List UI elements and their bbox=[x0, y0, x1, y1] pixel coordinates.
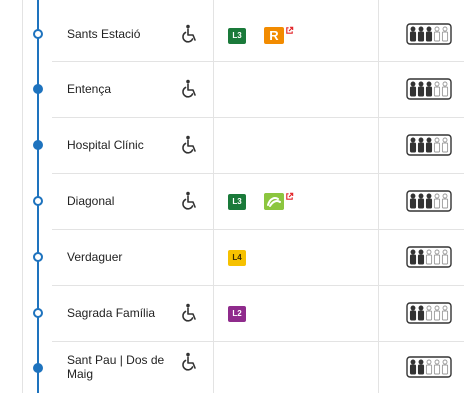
occupancy-person-filled bbox=[409, 305, 417, 321]
occupancy-person-filled bbox=[417, 81, 425, 97]
wheelchair-icon bbox=[182, 352, 196, 371]
occupancy-gauge bbox=[406, 190, 452, 212]
occupancy-gauge bbox=[406, 246, 452, 268]
occupancy-gauge bbox=[406, 302, 452, 324]
wheelchair-icon bbox=[182, 79, 196, 98]
station-name[interactable]: Diagonal bbox=[67, 194, 172, 208]
occupancy-gauge bbox=[406, 134, 452, 156]
occupancy-people-icon bbox=[406, 134, 452, 156]
occupancy-person-filled bbox=[425, 26, 433, 42]
station-dot bbox=[33, 84, 43, 94]
occupancy-person-filled bbox=[417, 137, 425, 153]
occupancy-person-empty bbox=[425, 305, 433, 321]
occupancy-people-icon bbox=[406, 356, 452, 378]
occupancy-people-icon bbox=[406, 190, 452, 212]
occupancy-person-empty bbox=[433, 305, 441, 321]
rodalies-badge[interactable]: R bbox=[264, 27, 284, 44]
occupancy-person-filled bbox=[417, 305, 425, 321]
occupancy-person-empty bbox=[433, 26, 441, 42]
occupancy-person-filled bbox=[409, 359, 417, 375]
occupancy-person-filled bbox=[409, 137, 417, 153]
occupancy-person-empty bbox=[441, 137, 449, 153]
station-dot bbox=[33, 252, 43, 262]
station-dot bbox=[33, 29, 43, 39]
station-name[interactable]: Verdaguer bbox=[67, 250, 172, 264]
wheelchair-icon bbox=[182, 135, 196, 154]
station-row[interactable]: Entença bbox=[0, 62, 464, 118]
occupancy-person-empty bbox=[441, 26, 449, 42]
metro-l2-badge[interactable]: L2 bbox=[228, 306, 246, 322]
occupancy-gauge bbox=[406, 23, 452, 45]
station-name[interactable]: Sants Estació bbox=[67, 27, 172, 41]
station-row[interactable]: Sant Pau | Dos de Maig bbox=[0, 342, 464, 393]
wheelchair-icon bbox=[182, 24, 196, 43]
station-name[interactable]: Sagrada Família bbox=[67, 306, 172, 320]
occupancy-person-empty bbox=[441, 193, 449, 209]
metro-l3-badge[interactable]: L3 bbox=[228, 194, 246, 210]
occupancy-person-empty bbox=[425, 359, 433, 375]
occupancy-person-empty bbox=[425, 249, 433, 265]
external-link-icon[interactable] bbox=[285, 26, 294, 35]
occupancy-person-empty bbox=[433, 249, 441, 265]
occupancy-people-icon bbox=[406, 23, 452, 45]
wheelchair-icon bbox=[182, 303, 196, 322]
station-dot bbox=[33, 363, 43, 373]
occupancy-person-filled bbox=[409, 26, 417, 42]
occupancy-person-filled bbox=[409, 81, 417, 97]
station-name[interactable]: Sant Pau | Dos de Maig bbox=[67, 353, 175, 381]
occupancy-person-filled bbox=[425, 81, 433, 97]
occupancy-person-filled bbox=[417, 359, 425, 375]
station-row[interactable]: Sagrada Família L2 bbox=[0, 286, 464, 342]
occupancy-person-filled bbox=[425, 137, 433, 153]
occupancy-gauge bbox=[406, 356, 452, 378]
occupancy-person-empty bbox=[441, 249, 449, 265]
station-dot bbox=[33, 308, 43, 318]
occupancy-person-empty bbox=[441, 305, 449, 321]
wheelchair-icon bbox=[182, 191, 196, 210]
metro-l4-badge[interactable]: L4 bbox=[228, 250, 246, 266]
station-dot bbox=[33, 140, 43, 150]
occupancy-person-empty bbox=[433, 81, 441, 97]
occupancy-person-empty bbox=[441, 81, 449, 97]
metro-l3-badge[interactable]: L3 bbox=[228, 28, 246, 44]
external-link-icon[interactable] bbox=[285, 192, 294, 201]
station-row[interactable]: Verdaguer L4 bbox=[0, 230, 464, 286]
occupancy-people-icon bbox=[406, 302, 452, 324]
fgc-train-icon[interactable] bbox=[264, 193, 284, 210]
occupancy-person-empty bbox=[433, 193, 441, 209]
station-name[interactable]: Entença bbox=[67, 82, 172, 96]
occupancy-person-empty bbox=[433, 359, 441, 375]
occupancy-person-empty bbox=[441, 359, 449, 375]
occupancy-person-filled bbox=[417, 249, 425, 265]
occupancy-person-filled bbox=[417, 193, 425, 209]
occupancy-person-filled bbox=[425, 193, 433, 209]
occupancy-people-icon bbox=[406, 78, 452, 100]
station-dot bbox=[33, 196, 43, 206]
station-name[interactable]: Hospital Clínic bbox=[67, 138, 172, 152]
station-row[interactable]: Hospital Clínic bbox=[0, 118, 464, 174]
occupancy-person-filled bbox=[409, 193, 417, 209]
station-row[interactable]: Sants Estació L3 R bbox=[0, 6, 464, 62]
occupancy-person-filled bbox=[409, 249, 417, 265]
occupancy-gauge bbox=[406, 78, 452, 100]
occupancy-people-icon bbox=[406, 246, 452, 268]
occupancy-person-filled bbox=[417, 26, 425, 42]
station-row[interactable]: Diagonal L3 bbox=[0, 174, 464, 230]
occupancy-person-empty bbox=[433, 137, 441, 153]
